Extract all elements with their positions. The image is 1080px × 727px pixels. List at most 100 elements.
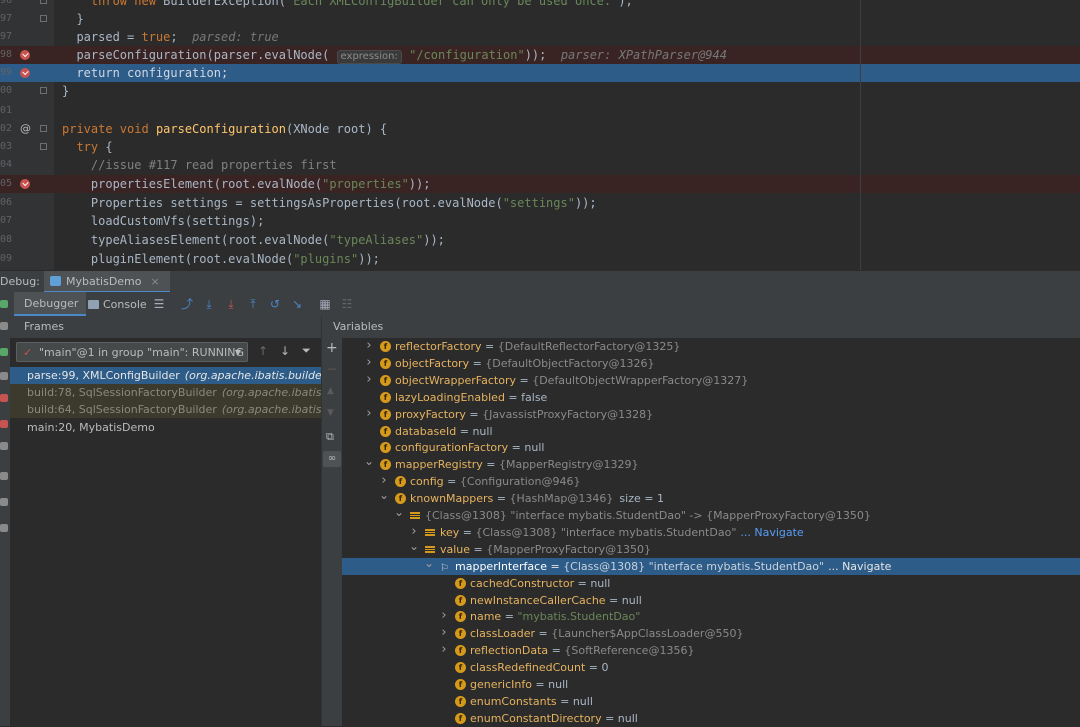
frame-row[interactable]: build:78, SqlSessionFactoryBuilder (org.a…	[10, 384, 321, 401]
code-line[interactable]: 08 typeAliasesElement(root.evalNode("typ…	[0, 231, 1080, 249]
breakpoint-icon[interactable]	[20, 68, 30, 78]
variable-row[interactable]: ⌄ value = {MapperProxyFactory@1350}	[342, 541, 1080, 558]
chevron-right-icon[interactable]: ›	[439, 608, 449, 624]
variable-row[interactable]: ⌄ {Class@1308} "interface mybatis.Student…	[342, 507, 1080, 524]
force-step-into-icon[interactable]: ⤒	[246, 297, 260, 311]
camera-icon[interactable]	[0, 472, 8, 480]
step-over-icon[interactable]: ⤓	[202, 297, 216, 311]
debug-session-tab[interactable]: MybatisDemo ×	[44, 271, 170, 293]
add-watch-icon[interactable]: +	[326, 340, 338, 356]
variable-row[interactable]: › f name = "mybatis.StudentDao"	[342, 608, 1080, 625]
variable-row[interactable]: f configurationFactory = null	[342, 439, 1080, 456]
chevron-right-icon[interactable]: ›	[364, 372, 374, 388]
variable-row[interactable]: › f objectFactory = {DefaultObjectFactory@…	[342, 355, 1080, 372]
evaluate-expression-icon[interactable]: ▦	[318, 297, 332, 311]
frame-row[interactable]: parse:99, XMLConfigBuilder (org.apache.ib…	[10, 367, 321, 384]
pause-icon[interactable]	[0, 372, 8, 380]
chevron-right-icon[interactable]: ›	[364, 406, 374, 422]
thread-selector[interactable]: ✓ "main"@1 in group "main": RUNNING ▼	[16, 342, 248, 362]
variable-row[interactable]: f databaseId = null	[342, 423, 1080, 440]
variable-row[interactable]: f enumConstants = null	[342, 693, 1080, 710]
run-to-cursor-icon[interactable]: ↘	[290, 297, 304, 311]
variable-row[interactable]: f enumConstantDirectory = null	[342, 710, 1080, 727]
arrow-down-icon[interactable]: ↓	[280, 344, 290, 358]
pin-icon[interactable]	[0, 524, 8, 532]
move-down-icon[interactable]: ▼	[327, 408, 334, 418]
fold-icon[interactable]	[40, 0, 47, 4]
code-line[interactable]: 07 loadCustomVfs(settings);	[0, 212, 1080, 230]
trace-icon[interactable]: ☷	[340, 297, 354, 311]
code-line[interactable]: 97 }	[0, 10, 1080, 28]
code-line[interactable]: 03 try {	[0, 138, 1080, 156]
code-line[interactable]: 01	[0, 102, 1080, 120]
close-icon[interactable]: ×	[151, 275, 160, 288]
mute-breakpoints-icon[interactable]	[0, 442, 8, 450]
code-line[interactable]: 99 return configuration;	[0, 64, 1080, 82]
code-line[interactable]: 97 parsed = true; parsed: true	[0, 28, 1080, 46]
frame-row[interactable]: build:64, SqlSessionFactoryBuilder (org.a…	[10, 401, 321, 418]
variable-row[interactable]: › f config = {Configuration@946}	[342, 473, 1080, 490]
chevron-right-icon[interactable]: ›	[364, 338, 374, 354]
code-line[interactable]: 00}	[0, 82, 1080, 100]
code-editor[interactable]: 96 throw new BuilderException("Each XMLC…	[0, 0, 1080, 270]
fold-icon[interactable]	[40, 87, 47, 94]
gear-icon[interactable]	[0, 498, 8, 506]
variable-row[interactable]: ⌄ ⚐ mapperInterface = {Class@1308} "interf…	[342, 557, 1080, 575]
step-into-icon[interactable]: ⤓	[224, 297, 238, 311]
code-line[interactable]: 02 @ private void parseConfiguration(XNode…	[0, 120, 1080, 138]
code-line[interactable]: 96 throw new BuilderException("Each XMLC…	[0, 0, 1080, 10]
fold-icon[interactable]	[40, 125, 47, 132]
stop-icon[interactable]	[0, 394, 8, 402]
step-out-icon[interactable]: ↺	[268, 297, 282, 311]
breakpoint-icon[interactable]	[20, 50, 30, 60]
rerun-icon[interactable]	[0, 300, 8, 308]
view-breakpoints-icon[interactable]	[0, 420, 8, 428]
settings-icon[interactable]	[0, 322, 8, 330]
chevron-down-icon[interactable]: ⌄	[394, 507, 404, 521]
override-marker-icon[interactable]: @	[20, 120, 31, 138]
code-line[interactable]: 04 //issue #117 read properties first	[0, 156, 1080, 174]
variable-row[interactable]: › f objectWrapperFactory = {DefaultObjectW…	[342, 372, 1080, 389]
move-up-icon[interactable]: ▲	[327, 386, 334, 396]
tab-console[interactable]: Console	[88, 292, 147, 316]
remove-watch-icon[interactable]: −	[327, 362, 337, 376]
code-line[interactable]: 98 parseConfiguration(parser.evalNode( e…	[0, 46, 1080, 64]
variable-row[interactable]: ⌄ f mapperRegistry = {MapperRegistry@1329}	[342, 456, 1080, 473]
variable-row[interactable]: › f proxyFactory = {JavassistProxyFactory@…	[342, 406, 1080, 423]
variable-row[interactable]: f lazyLoadingEnabled = false	[342, 389, 1080, 406]
chevron-down-icon[interactable]: ⌄	[364, 456, 374, 470]
chevron-right-icon[interactable]: ›	[364, 355, 374, 371]
chevron-down-icon[interactable]: ⌄	[379, 490, 389, 504]
code-line[interactable]: 05 propertiesElement(root.evalNode("prop…	[0, 175, 1080, 193]
navigate-link[interactable]: ... Navigate	[740, 526, 803, 539]
fold-icon[interactable]	[40, 143, 47, 150]
code-line[interactable]: 09 pluginElement(root.evalNode("plugins"…	[0, 250, 1080, 268]
menu-icon[interactable]: ☰	[152, 297, 166, 311]
variable-row[interactable]: f classRedefinedCount = 0	[342, 659, 1080, 676]
chevron-right-icon[interactable]: ›	[379, 473, 389, 489]
variable-row[interactable]: › f reflectorFactory = {DefaultReflectorFa…	[342, 338, 1080, 355]
breakpoint-icon[interactable]	[20, 179, 30, 189]
chevron-right-icon[interactable]: ›	[439, 642, 449, 658]
variable-row[interactable]: › f reflectionData = {SoftReference@1356}	[342, 642, 1080, 659]
glasses-icon[interactable]: ∞	[323, 451, 341, 467]
tab-debugger[interactable]: Debugger	[14, 292, 87, 316]
show-execution-point-icon[interactable]: ⤴	[180, 297, 194, 311]
frame-row[interactable]: main:20, MybatisDemo	[10, 419, 321, 436]
resume-icon[interactable]	[0, 348, 8, 356]
code-line[interactable]: 06 Properties settings = settingsAsPrope…	[0, 194, 1080, 212]
chevron-down-icon[interactable]: ⌄	[424, 558, 434, 572]
variable-row[interactable]: ⌄ f knownMappers = {HashMap@1346} size = 1	[342, 490, 1080, 507]
filter-icon[interactable]: ⏷	[302, 344, 311, 358]
fold-icon[interactable]	[40, 15, 47, 22]
copy-icon[interactable]: ⧉	[326, 430, 334, 444]
variable-row[interactable]: › f classLoader = {Launcher$AppClassLoader…	[342, 625, 1080, 642]
variable-row[interactable]: f genericInfo = null	[342, 676, 1080, 693]
chevron-right-icon[interactable]: ›	[439, 625, 449, 641]
variable-row[interactable]: › key = {Class@1308} "interface mybatis.S…	[342, 524, 1080, 541]
variable-row[interactable]: f cachedConstructor = null	[342, 575, 1080, 592]
chevron-right-icon[interactable]: ›	[409, 524, 419, 540]
arrow-up-icon[interactable]: ↑	[258, 344, 268, 358]
navigate-link[interactable]: ... Navigate	[828, 560, 891, 573]
chevron-down-icon[interactable]: ⌄	[409, 541, 419, 555]
